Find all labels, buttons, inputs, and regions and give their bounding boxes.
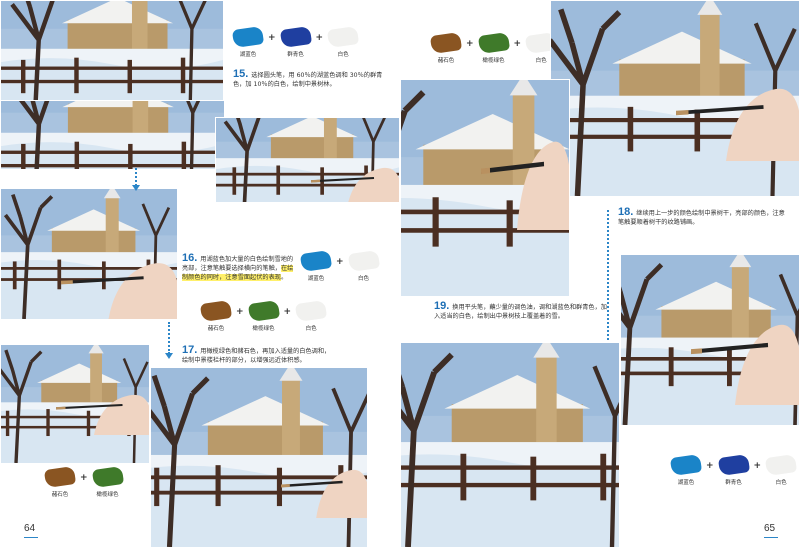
paint-blob [279, 25, 312, 49]
step15-swatches: 湖蓝色 + 群青色 + 白色 [230, 25, 361, 58]
swatch-white: 白色 [346, 249, 382, 282]
left-page: 湖蓝色 + 群青色 + 白色 15. 选择圆头笔，用 60％的湖蓝色调和 30％的… [0, 0, 400, 548]
step16-text: 16. 用湖蓝色加大量的白色绘制雪地的亮部，注意笔触要选择横向的笔触，在绘制颜色的… [182, 252, 294, 281]
paint-blob [294, 300, 328, 322]
top-swatches: 赭石色 + 橄榄绿色 + 白色 [428, 31, 559, 64]
plus-sign: + [706, 461, 714, 471]
page-number-underline [764, 537, 778, 538]
page-number-underline [24, 537, 38, 538]
swatch-ultramarine: 群青色 [278, 25, 314, 58]
painting-photo-5 [150, 367, 368, 548]
plus-sign: + [236, 307, 244, 317]
painting-photo-7 [400, 79, 570, 297]
painting-photo-1-bottom [0, 100, 225, 170]
page-number-right: 65 [764, 523, 776, 534]
paint-blob [299, 249, 333, 272]
plus-sign: + [466, 39, 474, 49]
swatch-burnt-sienna: 赭石色 [42, 466, 78, 498]
step16-swatches-row1: 湖蓝色 + 白色 [298, 249, 382, 282]
flow-arrow [132, 168, 140, 191]
swatch-ultramarine: 群青色 [716, 454, 752, 486]
swatch-olive-green: 橄榄绿色 [476, 31, 512, 64]
plus-sign: + [336, 257, 344, 267]
swatch-lake-blue: 湖蓝色 [668, 454, 704, 486]
paint-blob [326, 25, 360, 49]
paint-blob [91, 466, 124, 488]
swatch-burnt-sienna: 赭石色 [428, 31, 464, 64]
painting-photo-8 [620, 254, 800, 426]
plus-sign: + [753, 461, 762, 471]
paint-blob [347, 249, 380, 272]
step18-text: 18. 继续用上一步的颜色绘制中景树干，亮部的颜色，注意笔触要顺着树干的纹路铺画。 [618, 206, 785, 227]
swatch-white: 白色 [763, 454, 799, 486]
painting-photo-2 [215, 117, 400, 203]
swatch-white: 白色 [325, 25, 361, 58]
swatch-white: 白色 [293, 300, 329, 332]
swatch-olive-green: 橄榄绿色 [90, 466, 126, 498]
step17-swatches: 赭石色 + 橄榄绿色 [42, 466, 126, 498]
painting-photo-1 [0, 0, 224, 102]
paint-blob [429, 31, 463, 55]
paint-blob [231, 25, 265, 49]
plus-sign: + [80, 473, 88, 483]
painting-photo-6 [550, 0, 800, 197]
swatch-burnt-sienna: 赭石色 [198, 300, 234, 332]
paint-blob [717, 454, 750, 476]
page-number-left: 64 [24, 523, 36, 534]
plus-sign: + [315, 33, 324, 43]
bottom-swatches: 湖蓝色 + 群青色 + 白色 [668, 454, 799, 486]
paint-blob [199, 300, 233, 322]
painting-photo-9 [400, 342, 620, 548]
plus-sign: + [268, 33, 276, 43]
step16-swatches-row2: 赭石色 + 橄榄绿色 + 白色 [198, 300, 329, 332]
painting-photo-3 [0, 188, 178, 320]
paint-blob [764, 454, 798, 476]
flow-arrow [165, 322, 173, 359]
plus-sign: + [513, 39, 522, 49]
plus-sign: + [283, 307, 292, 317]
paint-blob [669, 454, 703, 476]
swatch-lake-blue: 湖蓝色 [298, 249, 334, 282]
step19-text: 19. 换用平头笔，蘸少量的调色油，调和湖蓝色和群青色，加入适当的白色，绘制出中景… [434, 300, 607, 321]
right-page: 赭石色 + 橄榄绿色 + 白色 18. 继续用上一步的颜色绘制中景树干，亮部的颜色… [400, 0, 800, 548]
swatch-olive-green: 橄榄绿色 [246, 300, 282, 332]
step15-text: 15. 选择圆头笔，用 60％的湖蓝色调和 30％的群青色，加 10％的白色，绘制… [233, 68, 383, 89]
painting-photo-4 [0, 344, 150, 464]
paint-blob [477, 31, 510, 55]
paint-blob [43, 466, 77, 488]
swatch-lake-blue: 湖蓝色 [230, 25, 266, 58]
step17-text: 17. 用橄榄绿色和赭石色，再加入适量的白色调和，绘制中景楼栏杆的部分，以增强远近… [182, 344, 331, 365]
paint-blob [247, 300, 280, 322]
